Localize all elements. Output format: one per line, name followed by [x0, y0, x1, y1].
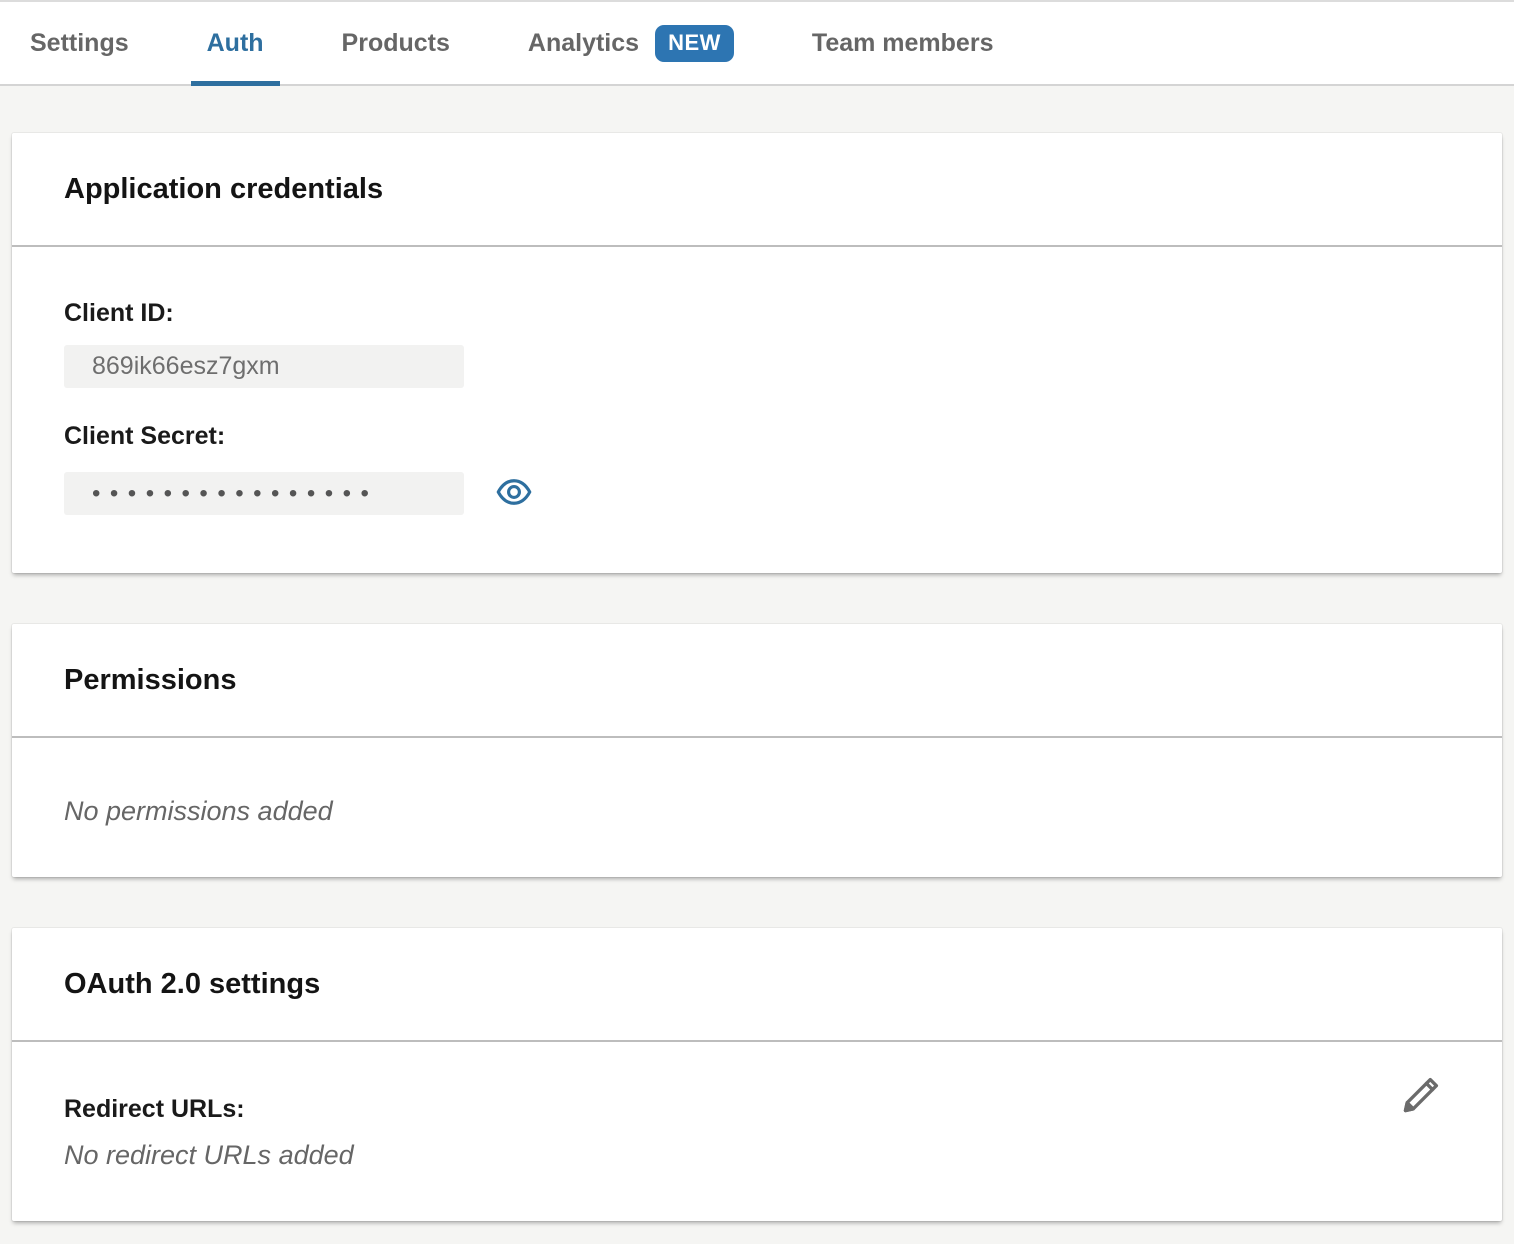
pencil-icon — [1400, 1074, 1442, 1119]
edit-redirect-urls-button[interactable] — [1400, 1074, 1442, 1119]
new-badge: NEW — [655, 25, 734, 62]
application-credentials-body: Client ID: 869ik66esz7gxm Client Secret:… — [12, 247, 1502, 573]
permissions-body: No permissions added — [12, 738, 1502, 877]
eye-icon — [496, 477, 532, 510]
application-credentials-card: Application credentials Client ID: 869ik… — [12, 133, 1502, 573]
tab-analytics-label: Analytics — [528, 29, 639, 58]
application-credentials-header: Application credentials — [12, 133, 1502, 247]
redirect-urls-label: Redirect URLs: — [64, 1095, 1450, 1124]
tab-products-label: Products — [342, 29, 450, 58]
oauth-settings-header: OAuth 2.0 settings — [12, 928, 1502, 1042]
permissions-empty-text: No permissions added — [64, 796, 1450, 827]
oauth-settings-card: OAuth 2.0 settings Redirect URLs: No red… — [12, 928, 1502, 1221]
tab-bar: Settings Auth Products Analytics NEW Tea… — [0, 0, 1514, 86]
redirect-urls-empty-text: No redirect URLs added — [64, 1140, 1450, 1171]
oauth-settings-body: Redirect URLs: No redirect URLs added — [12, 1042, 1502, 1221]
tab-team-members[interactable]: Team members — [812, 2, 994, 84]
permissions-title: Permissions — [64, 664, 236, 697]
page-content: Application credentials Client ID: 869ik… — [0, 86, 1514, 1233]
client-id-value: 869ik66esz7gxm — [92, 352, 280, 381]
client-id-field[interactable]: 869ik66esz7gxm — [64, 345, 464, 388]
application-credentials-title: Application credentials — [64, 173, 383, 206]
tab-products[interactable]: Products — [342, 2, 450, 84]
client-secret-masked-value: •••••••••••••••• — [92, 472, 378, 515]
client-secret-label: Client Secret: — [64, 422, 1450, 451]
tab-analytics[interactable]: Analytics NEW — [528, 2, 734, 84]
tab-team-members-label: Team members — [812, 29, 994, 58]
oauth-settings-title: OAuth 2.0 settings — [64, 968, 320, 1001]
reveal-secret-button[interactable] — [496, 477, 532, 510]
client-secret-row: •••••••••••••••• — [64, 472, 1450, 515]
permissions-card: Permissions No permissions added — [12, 624, 1502, 877]
tab-settings-label: Settings — [30, 29, 129, 58]
client-id-label: Client ID: — [64, 299, 1450, 328]
client-secret-field[interactable]: •••••••••••••••• — [64, 472, 464, 515]
tab-auth-label: Auth — [207, 29, 264, 58]
tab-auth[interactable]: Auth — [207, 2, 264, 84]
tab-settings[interactable]: Settings — [30, 2, 129, 84]
permissions-header: Permissions — [12, 624, 1502, 738]
